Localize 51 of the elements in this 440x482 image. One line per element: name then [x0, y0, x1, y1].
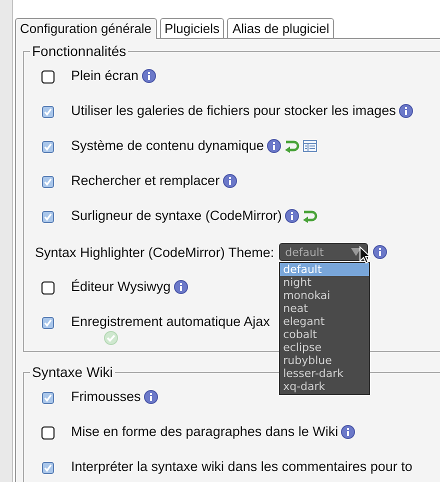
check-icon	[104, 331, 118, 345]
option-label: Système de contenu dynamique	[71, 138, 264, 153]
option-label: Utiliser les galeries de fichiers pour stocker les images	[71, 103, 396, 118]
info-icon[interactable]	[144, 390, 158, 404]
return-arrow-icon[interactable]	[284, 138, 300, 152]
option-label: Mise en forme des paragraphes dans le Wiki	[71, 424, 338, 439]
dropdown-option[interactable]: lesser-dark	[280, 367, 370, 380]
theme-dropdown[interactable]: default	[279, 243, 368, 261]
mouse-cursor-icon	[359, 246, 372, 264]
checkbox[interactable]	[40, 460, 56, 476]
info-icon[interactable]	[222, 174, 237, 188]
option-label: Syntax Highlighter (CodeMirror) Theme:	[35, 244, 274, 260]
info-icon[interactable]	[398, 104, 413, 118]
info-icon[interactable]	[373, 245, 388, 259]
dropdown-option[interactable]: xq-dark	[280, 380, 370, 393]
table-icon[interactable]	[302, 140, 317, 152]
section-legend: Fonctionnalités	[30, 43, 128, 59]
section-legend: Syntaxe Wiki	[30, 364, 115, 380]
dropdown-option[interactable]: eclipse	[280, 341, 370, 354]
info-icon[interactable]	[174, 280, 188, 294]
option-label: Enregistrement automatique Ajax	[71, 314, 270, 329]
checkbox[interactable]	[40, 174, 56, 190]
info-icon[interactable]	[341, 424, 356, 438]
dropdown-option[interactable]: elegant	[280, 315, 370, 328]
checkbox[interactable]	[40, 69, 56, 85]
checkbox[interactable]	[40, 139, 56, 155]
checkbox[interactable]	[40, 390, 56, 406]
return-arrow-icon[interactable]	[302, 208, 318, 222]
option-label: Éditeur Wysiwyg	[71, 279, 171, 294]
checkbox[interactable]	[40, 209, 56, 225]
checkbox[interactable]	[40, 315, 56, 331]
option-label: Rechercher et remplacer	[71, 173, 220, 188]
option-label: Plein écran	[71, 68, 139, 83]
info-icon[interactable]	[266, 138, 281, 152]
dropdown-option[interactable]: monokai	[280, 289, 370, 302]
tab[interactable]: Plugiciels	[160, 18, 224, 38]
tab[interactable]: Alias de plugiciel	[227, 18, 334, 38]
info-icon[interactable]	[284, 208, 299, 222]
option-label: Frimousses	[71, 389, 141, 404]
dropdown-option[interactable]: night	[280, 276, 370, 289]
tab[interactable]: Configuration générale	[15, 18, 157, 39]
dropdown-option[interactable]: rubyblue	[280, 354, 370, 367]
checkbox[interactable]	[40, 104, 56, 120]
dropdown-option[interactable]: neat	[280, 302, 370, 315]
dropdown-arrow-icon	[351, 248, 362, 256]
option-label: Interpréter la syntaxe wiki dans les commentaires pour to	[71, 459, 412, 474]
info-icon[interactable]	[142, 68, 156, 82]
dropdown-option[interactable]: cobalt	[280, 328, 370, 341]
option-label: Surligneur de syntaxe (CodeMirror)	[71, 208, 282, 223]
checkbox[interactable]	[40, 280, 56, 296]
checkbox[interactable]	[40, 425, 56, 441]
